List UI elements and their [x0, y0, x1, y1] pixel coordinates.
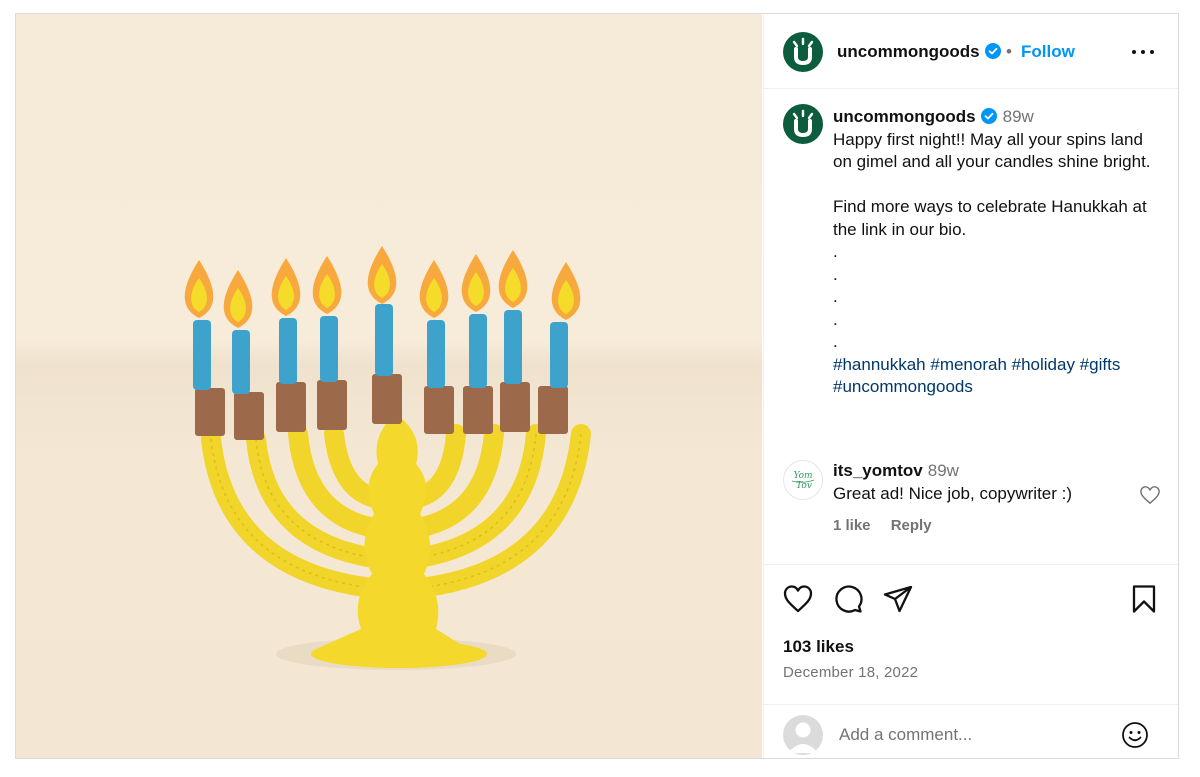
verified-badge-icon [980, 108, 997, 124]
caption-dot: . [833, 242, 838, 261]
author-avatar[interactable] [783, 32, 823, 72]
author-username[interactable]: uncommongoods [837, 42, 980, 62]
caption-dot: . [833, 332, 838, 351]
comment-likes-count[interactable]: 1 like [833, 517, 871, 534]
caption-line: Happy first night!! May all your spins l… [833, 129, 1151, 172]
caption-username[interactable]: uncommongoods [833, 107, 976, 126]
caption-timestamp[interactable]: 89w [1003, 107, 1034, 126]
caption-line: Find more ways to celebrate Hanukkah at … [833, 197, 1147, 239]
comment-meta: 1 like Reply [833, 517, 948, 534]
post-card: uncommongoods • Follow uncommongoods 89w [15, 13, 1179, 759]
uncommongoods-logo-icon [792, 109, 814, 138]
caption-author-avatar[interactable] [783, 104, 823, 144]
comment-bubble-icon[interactable] [832, 583, 864, 615]
caption-dot: . [833, 264, 838, 284]
comment-timestamp[interactable]: 89w [928, 461, 959, 480]
share-send-icon[interactable] [882, 583, 914, 615]
default-profile-icon [788, 722, 818, 753]
header-separator: • [1006, 42, 1012, 61]
comment-body: its_yomtov 89w Great ad! Nice job, copywr… [833, 460, 1133, 505]
comment-item: Yom Tov its_yomtov 89w Great ad! Nice job… [764, 454, 1178, 544]
comment-text: Great ad! Nice job, copywriter :) [833, 483, 1073, 503]
add-comment-bar [764, 704, 1178, 758]
commenter-avatar[interactable]: Yom Tov [783, 460, 823, 500]
comment-like-heart-icon[interactable] [1139, 485, 1161, 505]
more-options-icon[interactable] [1131, 44, 1155, 60]
add-comment-input[interactable] [839, 725, 1089, 745]
yomtov-logo-icon: Yom Tov [791, 471, 815, 491]
menorah-illustration [184, 246, 591, 670]
post-actions: 103 likes December 18, 2022 [764, 564, 1178, 704]
emoji-picker-icon[interactable] [1120, 720, 1150, 750]
svg-text:Yom: Yom [793, 471, 812, 481]
post-date[interactable]: December 18, 2022 [783, 664, 918, 681]
caption-body: uncommongoods 89w Happy first night!! May… [833, 106, 1163, 399]
caption-dot: . [833, 287, 838, 306]
caption-dot: . [833, 309, 838, 329]
like-heart-icon[interactable] [782, 583, 814, 615]
uncommongoods-logo-icon [792, 37, 814, 66]
likes-count[interactable]: 103 likes [783, 637, 854, 657]
comment-reply-button[interactable]: Reply [891, 517, 932, 534]
current-user-avatar [783, 715, 823, 755]
verified-badge-icon [985, 43, 1001, 62]
caption-hashtags[interactable]: #hannukkah #menorah #holiday #gifts #unc… [833, 354, 1163, 399]
post-details-panel: uncommongoods • Follow uncommongoods 89w [763, 14, 1178, 758]
follow-button[interactable]: Follow [1021, 42, 1075, 62]
post-header: uncommongoods • Follow [764, 14, 1178, 89]
post-image[interactable] [16, 14, 762, 758]
save-bookmark-icon[interactable] [1128, 583, 1160, 615]
commenter-username[interactable]: its_yomtov [833, 461, 923, 480]
